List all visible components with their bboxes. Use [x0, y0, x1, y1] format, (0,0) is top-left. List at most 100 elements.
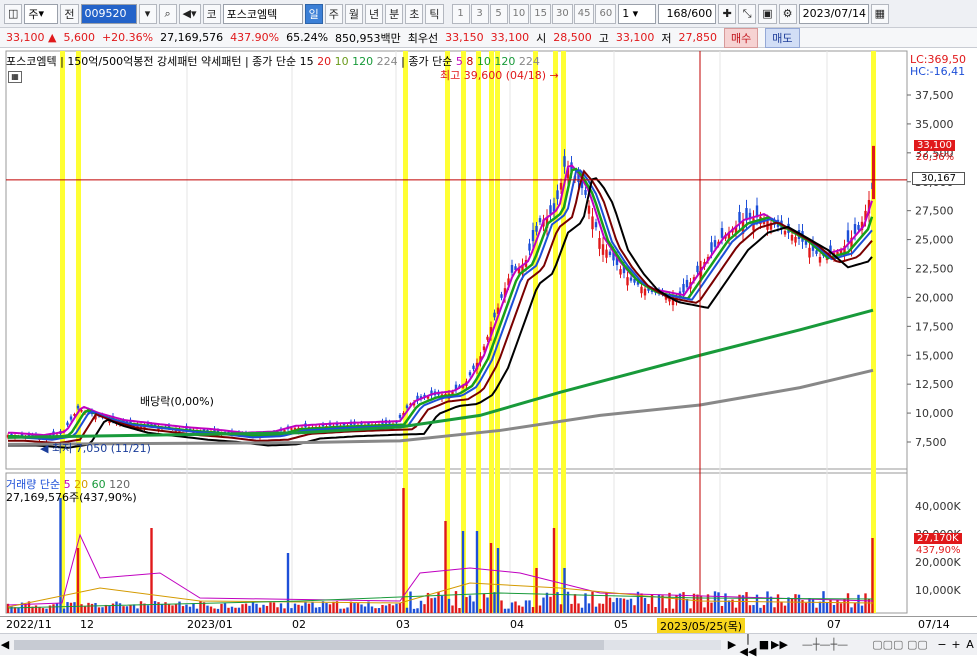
scroll-track[interactable]	[14, 639, 721, 650]
candle-body	[713, 240, 717, 247]
tool-icon[interactable]: ⤡	[738, 3, 757, 24]
scroll-thumb[interactable]	[14, 639, 604, 650]
period-button[interactable]: 주	[324, 3, 343, 24]
candle-body	[405, 405, 409, 409]
volume-bar	[423, 604, 426, 613]
period-button[interactable]: 월	[344, 3, 364, 24]
period-button[interactable]: 초	[405, 3, 424, 24]
price-chart[interactable]: 37,50035,00032,50030,00027,50025,00022,5…	[0, 49, 977, 616]
volume-bar	[787, 597, 790, 613]
ratio: 65.24%	[286, 31, 329, 44]
volume-bar	[706, 594, 710, 613]
grid-icon[interactable]: ▦	[8, 71, 22, 83]
volume-bar	[150, 528, 153, 613]
interval-button[interactable]: 5	[489, 3, 508, 24]
last-icon[interactable]: ▶▶	[771, 638, 788, 651]
volume-bar	[461, 531, 465, 613]
period-button[interactable]: 틱	[425, 3, 444, 24]
volume-bar	[363, 606, 367, 613]
volume-bar	[167, 604, 171, 613]
chevron-down-icon[interactable]: ▾	[138, 3, 157, 24]
volume-bar	[223, 603, 227, 613]
candle-body	[720, 228, 724, 238]
volume-bar	[419, 600, 423, 613]
zoom-in-icon[interactable]: +	[949, 638, 963, 651]
save-icon[interactable]: ▣	[758, 3, 777, 24]
crosshair-icon[interactable]: ✚	[718, 3, 737, 24]
ma-line	[7, 368, 874, 446]
speaker-icon[interactable]: ◀▾	[178, 3, 201, 24]
code-input[interactable]: 009520	[80, 3, 137, 24]
legend-stock-name: 포스코엠텍	[6, 55, 57, 68]
volume-bar	[678, 593, 682, 613]
prev-button[interactable]: 전	[60, 3, 79, 24]
quote-bar: 33,100 ▲ 5,600 +20.36% 27,169,576 437.90…	[0, 27, 977, 48]
volume-bar	[234, 607, 237, 613]
interval-button[interactable]: 15	[530, 3, 551, 24]
scroll-right-icon[interactable]: ▶	[725, 638, 739, 651]
volume-bar	[577, 603, 580, 613]
volume-bar	[836, 599, 839, 613]
gear-icon[interactable]: ⚙	[778, 3, 797, 24]
volume-bar	[843, 598, 846, 613]
volume-bar	[825, 602, 829, 613]
type-select[interactable]: 주 ▾	[24, 3, 59, 24]
volume-bar	[692, 593, 696, 613]
candle-body	[290, 428, 293, 430]
zoom-out-icon[interactable]: −	[935, 638, 949, 651]
count-field[interactable]: 168/600	[658, 3, 717, 24]
play-icon[interactable]: ■	[757, 638, 771, 651]
volume-bar	[685, 598, 689, 613]
scroll-left-icon[interactable]: ◀	[0, 638, 10, 651]
volume-bar	[230, 606, 234, 613]
candle-body	[80, 409, 83, 412]
layout-icons[interactable]: ▢▢▢ ▢▢	[865, 638, 935, 651]
candle-body	[783, 230, 787, 235]
legend-item: 약세패턴	[200, 55, 242, 68]
interval-button[interactable]: 60	[595, 3, 617, 24]
period-button[interactable]: 년	[365, 3, 384, 24]
y-tick-label: 17,500	[915, 320, 954, 333]
window-icon[interactable]: ◫	[4, 3, 23, 24]
first-icon[interactable]: |◀◀	[739, 632, 757, 658]
vol-tick-label: 20,000K	[915, 556, 961, 569]
volume-bar	[108, 605, 111, 613]
volume-bar	[83, 606, 87, 613]
volume-bar	[871, 538, 874, 613]
y-tick-label: 10,000	[915, 407, 954, 420]
candle-body	[552, 203, 556, 212]
vol-value: 27,169,576주(437,90%)	[6, 491, 137, 504]
volume-bar	[188, 606, 192, 613]
volume-bar	[671, 608, 675, 613]
interval-button[interactable]: 3	[470, 3, 489, 24]
zoom-slider[interactable]: —┼—┼—	[785, 638, 865, 651]
buy-button[interactable]: 매수	[724, 27, 759, 48]
calendar-icon[interactable]: ▦	[870, 3, 889, 24]
chart-area[interactable]: 37,50035,00032,50030,00027,50025,00022,5…	[0, 49, 977, 616]
sell-button[interactable]: 매도	[765, 27, 800, 48]
vol-rate-tag: 437,90%	[916, 545, 961, 556]
candle-body	[619, 269, 622, 275]
scrollbar[interactable]: ◀ ▶ |◀◀ ■ ▶▶ —┼—┼— ▢▢▢ ▢▢ − + A	[0, 632, 977, 658]
period-button[interactable]: 분	[385, 3, 404, 24]
interval-button[interactable]: 1	[451, 3, 470, 24]
volume-bar	[381, 604, 384, 613]
market-label[interactable]: 코	[202, 3, 221, 24]
hc-value: HC:-16,41	[910, 65, 966, 78]
volume-bar	[482, 593, 486, 613]
interval-button[interactable]: 30	[551, 3, 573, 24]
candle-body	[69, 416, 73, 420]
volume-bar	[73, 602, 76, 613]
stock-name[interactable]: 포스코엠텍	[222, 3, 303, 24]
low-price: 27,850	[678, 31, 718, 44]
volume-bar	[405, 607, 409, 613]
interval-button[interactable]: 45	[573, 3, 595, 24]
volume-bar	[153, 601, 157, 613]
search-icon[interactable]: ⌕	[158, 3, 177, 24]
volume-bar	[594, 606, 598, 613]
interval-button[interactable]: 10	[508, 3, 530, 24]
auto-icon[interactable]: A	[963, 638, 977, 651]
period-button[interactable]: 일	[304, 3, 323, 24]
interval-select[interactable]: 1 ▾	[618, 3, 657, 24]
date-field[interactable]: 2023/07/14	[798, 3, 869, 24]
